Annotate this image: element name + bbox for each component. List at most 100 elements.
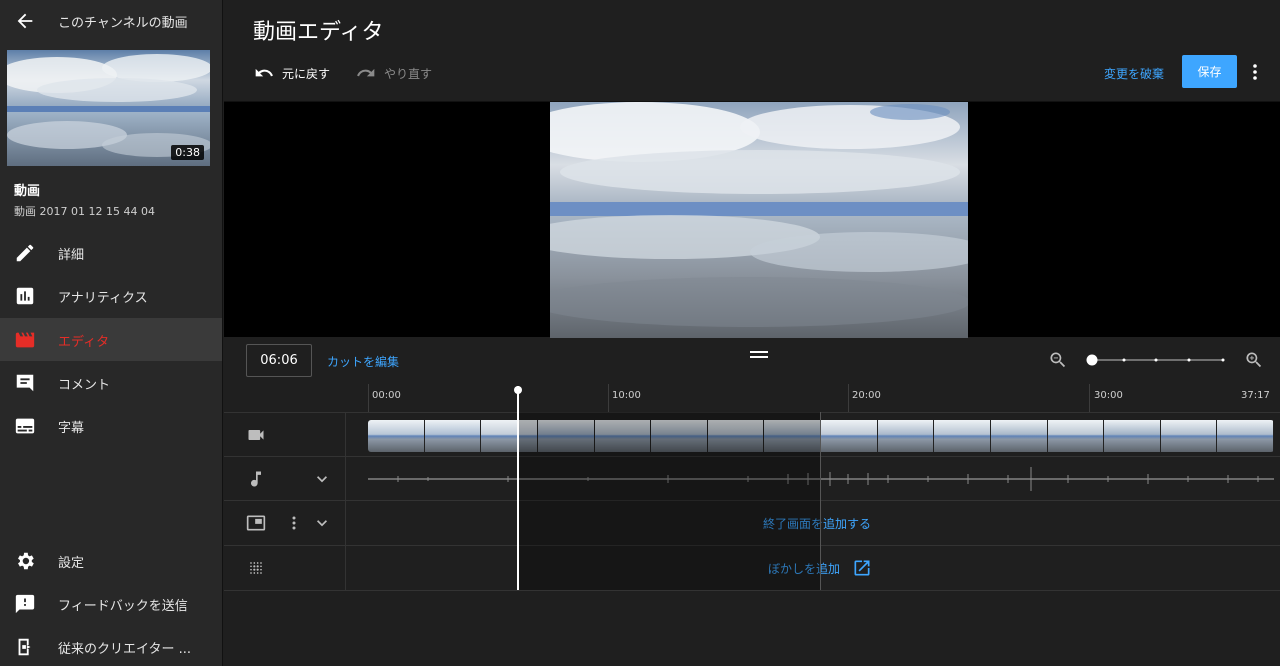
chevron-down-icon[interactable]: [312, 469, 332, 489]
more-vert-icon[interactable]: [284, 513, 304, 533]
save-button[interactable]: 保存: [1182, 55, 1237, 88]
filmstrip-frame: [651, 420, 708, 452]
video-camera-icon: [248, 430, 264, 440]
music-note-icon: [251, 471, 261, 487]
sidebar: このチャンネルの動画 0:38 動画 動画 2017 01 12 15 44 0…: [0, 0, 223, 666]
sidebar-item-label: 詳細: [58, 248, 85, 263]
editor-clapper-icon: [15, 332, 35, 348]
video-player[interactable]: [550, 102, 968, 338]
zoom-in-icon[interactable]: [1244, 350, 1264, 370]
blur-track[interactable]: ぼかしを追加: [224, 545, 1280, 590]
sidebar-item-comments[interactable]: コメント: [0, 361, 222, 404]
filmstrip-frame: [1047, 420, 1105, 452]
filmstrip-frame: [764, 420, 821, 452]
ruler-tick: [368, 384, 369, 412]
undo-label: 元に戻す: [282, 66, 331, 81]
playhead[interactable]: [514, 386, 522, 590]
analytics-icon: [16, 287, 34, 305]
feedback-icon: [15, 594, 35, 614]
channel-videos-link[interactable]: このチャンネルの動画: [58, 12, 188, 31]
filmstrip-frame: [537, 420, 595, 452]
sidebar-item-label: 字幕: [58, 421, 85, 436]
video-preview-area: [224, 101, 1280, 338]
redo-icon: [357, 68, 375, 77]
filmstrip-frame: [934, 420, 991, 452]
sidebar-item-details[interactable]: 詳細: [0, 231, 222, 274]
ruler-label: 37:17: [1241, 390, 1270, 401]
cut-boundary-line: [820, 412, 821, 590]
add-blur-button[interactable]: ぼかしを追加: [768, 560, 840, 577]
filmstrip-frame: [990, 420, 1048, 452]
edit-cut-button[interactable]: カットを編集: [327, 353, 399, 370]
pencil-icon: [16, 244, 34, 262]
zoom-out-icon[interactable]: [1048, 350, 1068, 370]
zoom-slider[interactable]: [1086, 352, 1226, 368]
end-screen-icon: [246, 515, 266, 531]
track-header: [224, 457, 346, 501]
filmstrip-frame: [481, 420, 538, 452]
chevron-down-icon[interactable]: [312, 513, 332, 533]
ruler-tick: [848, 384, 849, 412]
sidebar-item-label: コメント: [58, 378, 111, 393]
ruler-label: 00:00: [372, 390, 401, 401]
subtitles-icon: [15, 418, 35, 434]
back-arrow-icon[interactable]: [14, 10, 36, 32]
ruler-label: 30:00: [1094, 390, 1123, 401]
blur-icon: [250, 562, 262, 574]
undo-icon: [255, 68, 273, 77]
timeline-tracks: 終了画面を追加する ぼかしを追加: [224, 412, 1280, 590]
sidebar-item-analytics[interactable]: アナリティクス: [0, 274, 222, 317]
audio-waveform: [368, 467, 1274, 491]
sidebar-item-label: 従来のクリエイター ...: [58, 642, 192, 657]
open-in-new-icon[interactable]: [852, 558, 872, 578]
sidebar-item-subtitles[interactable]: 字幕: [0, 404, 222, 447]
add-end-screen-button[interactable]: 終了画面を追加する: [763, 515, 871, 532]
filmstrip-frame: [821, 420, 878, 452]
sidebar-item-settings[interactable]: 設定: [0, 539, 222, 582]
track-header: [224, 413, 346, 457]
zoom-slider-knob[interactable]: [1086, 354, 1098, 366]
sidebar-item-label: 設定: [58, 556, 85, 571]
track-divider: [224, 590, 1280, 591]
sidebar-item-classic-studio[interactable]: 従来のクリエイター ...: [0, 625, 222, 666]
sidebar-item-label: フィードバックを送信: [58, 599, 188, 614]
resize-handle-icon[interactable]: [750, 351, 768, 359]
sidebar-item-label: エディタ: [58, 335, 110, 350]
discard-changes-button[interactable]: 変更を破棄: [1104, 65, 1164, 82]
video-title: 動画: [14, 184, 41, 199]
filmstrip-frame: [707, 420, 765, 452]
page-title: 動画エディタ: [253, 20, 384, 45]
filmstrip-frame: [1160, 420, 1218, 452]
time-ruler[interactable]: 00:00 10:00 20:00 30:00 37:17: [346, 384, 1280, 412]
comment-icon: [16, 374, 34, 392]
ruler-label: 20:00: [852, 390, 881, 401]
end-screen-track[interactable]: 終了画面を追加する: [224, 500, 1280, 545]
video-filmstrip[interactable]: [368, 420, 1274, 452]
video-frame-image: [550, 102, 968, 338]
ruler-tick: [608, 384, 609, 412]
video-subtitle: 動画 2017 01 12 15 44 04: [14, 205, 155, 218]
sidebar-item-feedback[interactable]: フィードバックを送信: [0, 582, 222, 625]
playhead-knob[interactable]: [514, 386, 522, 394]
undo-button[interactable]: 元に戻す: [254, 62, 330, 84]
gear-icon: [18, 552, 34, 570]
track-header: [224, 501, 346, 545]
filmstrip-frame: [1104, 420, 1161, 452]
redo-label: やり直す: [384, 66, 433, 81]
sidebar-item-editor[interactable]: エディタ: [0, 318, 222, 361]
filmstrip-frame: [1217, 420, 1274, 452]
video-thumbnail[interactable]: 0:38: [7, 50, 210, 166]
track-header: [224, 546, 346, 590]
filmstrip-frame: [368, 420, 425, 452]
video-track[interactable]: [224, 412, 1280, 457]
filmstrip-frame: [877, 420, 935, 452]
sidebar-item-label: アナリティクス: [58, 291, 148, 306]
more-options-icon[interactable]: [1246, 61, 1264, 83]
audio-track[interactable]: [224, 456, 1280, 501]
ruler-label: 10:00: [612, 390, 641, 401]
redo-button[interactable]: やり直す: [356, 62, 432, 84]
classic-studio-icon: [18, 638, 31, 656]
current-time-field[interactable]: 06:06: [246, 344, 312, 377]
duration-badge: 0:38: [171, 145, 204, 160]
filmstrip-frame: [594, 420, 652, 452]
